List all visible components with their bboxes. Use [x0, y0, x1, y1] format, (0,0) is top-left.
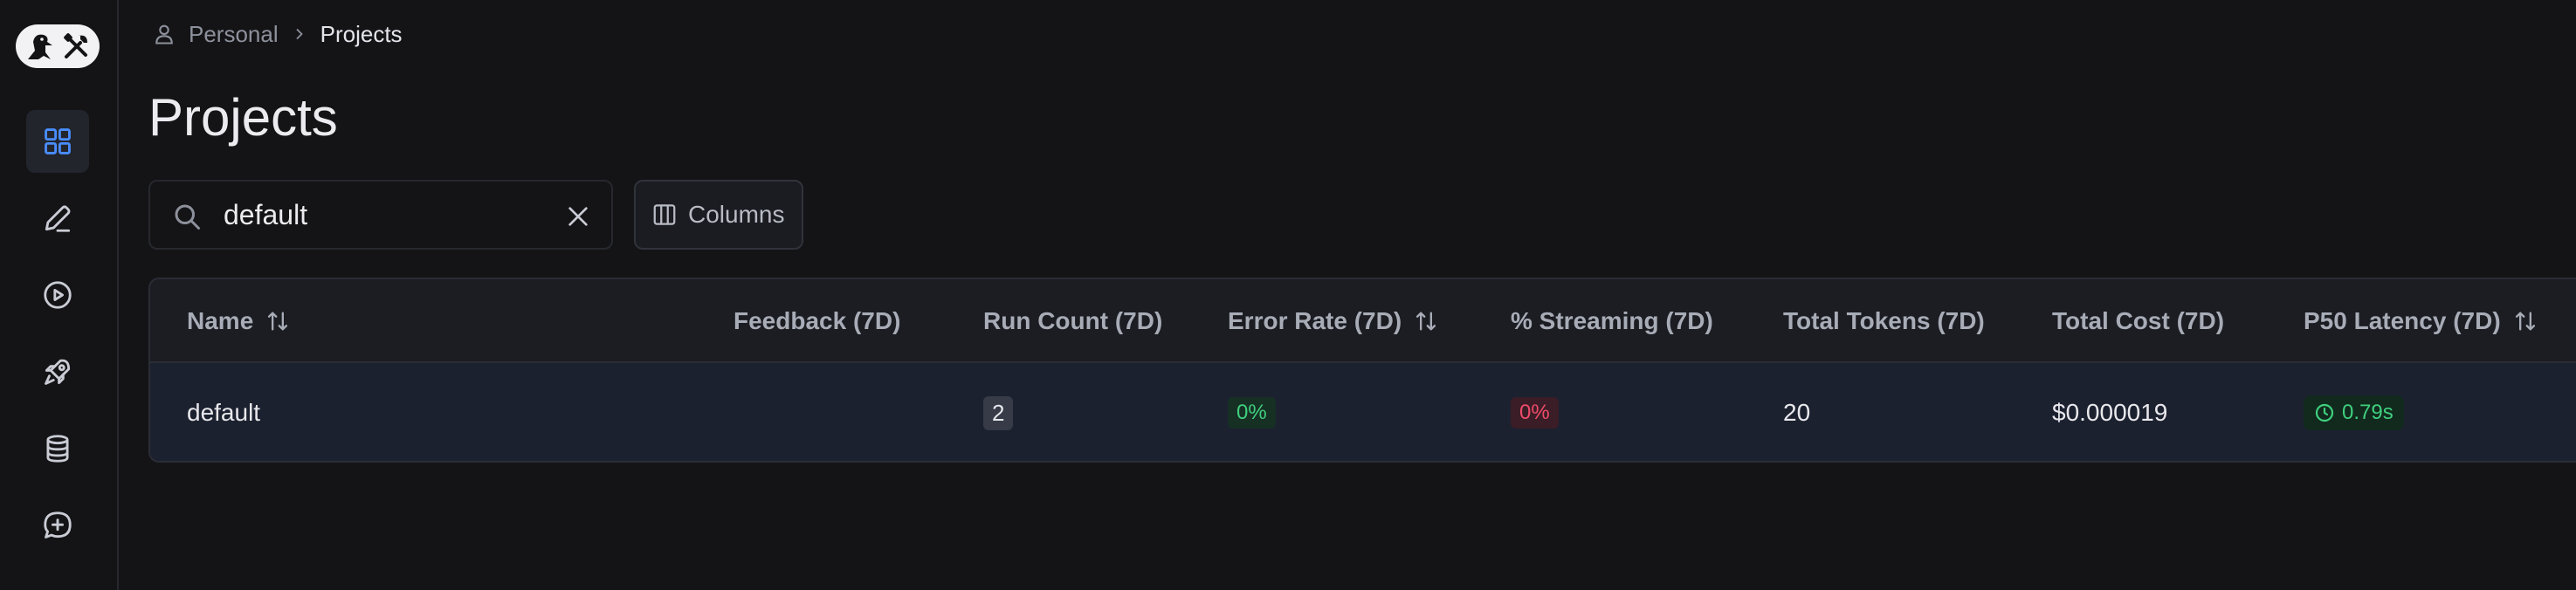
- column-header-label: % Streaming (7D): [1511, 307, 1713, 334]
- database-icon: [46, 435, 69, 463]
- column-header-label: Total Cost (7D): [2052, 307, 2225, 334]
- cell-name[interactable]: default: [187, 363, 260, 461]
- column-header-label: Name: [187, 307, 254, 334]
- column-header-p50-latency[interactable]: P50 Latency (7D): [2304, 279, 2538, 363]
- breadcrumb: Personal Projects: [152, 16, 403, 52]
- cell-streaming: 0%: [1511, 363, 1559, 461]
- columns-button-label: Columns: [688, 201, 785, 228]
- columns-button[interactable]: Columns: [634, 180, 803, 250]
- total-tokens-value: 20: [1783, 399, 1811, 426]
- search-input[interactable]: [224, 197, 538, 232]
- projects-table: Name Feedback (7D) Run Count (7D) Error …: [148, 278, 2576, 463]
- run-count-badge: 2: [983, 395, 1014, 430]
- latency-badge: 0.79s: [2304, 395, 2404, 430]
- streaming-badge: 0%: [1511, 397, 1559, 429]
- cell-run-count: 2: [983, 363, 1014, 461]
- close-icon[interactable]: [564, 202, 592, 230]
- column-header-feedback[interactable]: Feedback (7D): [734, 279, 900, 363]
- cell-error-rate: 0%: [1228, 363, 1276, 461]
- search-field[interactable]: [148, 180, 613, 250]
- column-header-streaming[interactable]: % Streaming (7D): [1511, 279, 1713, 363]
- column-header-label: Total Tokens (7D): [1783, 307, 1985, 334]
- sidebar-item-annotate[interactable]: [26, 187, 89, 250]
- app-logo[interactable]: [16, 24, 100, 68]
- tools-logo-icon: [64, 33, 87, 58]
- sort-icon[interactable]: [265, 309, 290, 333]
- error-rate-badge: 0%: [1228, 397, 1276, 429]
- page-title: Projects: [148, 88, 338, 147]
- search-icon: [175, 204, 200, 230]
- column-header-label: P50 Latency (7D): [2304, 307, 2501, 334]
- chevron-right-icon: [296, 29, 303, 39]
- table-row[interactable]: default 2 0% 0% 20 $0.000019 0.79s: [150, 363, 2576, 461]
- table-header: Name Feedback (7D) Run Count (7D) Error …: [150, 279, 2576, 363]
- sidebar-item-deployments[interactable]: [26, 340, 89, 403]
- grid-icon: [45, 128, 71, 154]
- total-cost-value: $0.000019: [2052, 399, 2168, 426]
- cell-p50-latency: 0.79s: [2304, 363, 2404, 461]
- column-header-name[interactable]: Name: [187, 279, 290, 363]
- sort-icon[interactable]: [1414, 309, 1438, 333]
- breadcrumb-workspace[interactable]: Personal: [189, 21, 279, 48]
- play-circle-icon: [44, 281, 72, 309]
- sidebar-item-projects[interactable]: [26, 110, 89, 173]
- column-header-total-tokens[interactable]: Total Tokens (7D): [1783, 279, 1985, 363]
- sidebar-item-prompts[interactable]: [26, 494, 89, 557]
- cell-total-cost: $0.000019: [2052, 363, 2168, 461]
- user-icon: [155, 24, 173, 45]
- latency-value: 0.79s: [2342, 401, 2393, 424]
- cell-total-tokens: 20: [1783, 363, 1811, 461]
- column-header-error-rate[interactable]: Error Rate (7D): [1228, 279, 1438, 363]
- sort-icon[interactable]: [2513, 309, 2538, 333]
- sidebar-item-playground[interactable]: [26, 264, 89, 326]
- parrot-logo-icon: [28, 34, 52, 59]
- sidebar: [0, 0, 119, 590]
- column-header-label: Run Count (7D): [983, 307, 1163, 334]
- chat-plus-icon: [44, 511, 72, 539]
- column-header-label: Feedback (7D): [734, 307, 901, 334]
- column-header-total-cost[interactable]: Total Cost (7D): [2052, 279, 2224, 363]
- columns-icon: [653, 204, 676, 225]
- breadcrumb-current: Projects: [320, 20, 403, 47]
- clock-icon: [2315, 403, 2334, 422]
- column-header-run-count[interactable]: Run Count (7D): [983, 279, 1162, 363]
- column-header-label: Error Rate (7D): [1228, 307, 1402, 334]
- sidebar-item-datasets[interactable]: [26, 417, 89, 480]
- project-name-link[interactable]: default: [187, 399, 260, 427]
- rocket-icon: [45, 359, 71, 385]
- pencil-icon: [45, 205, 71, 232]
